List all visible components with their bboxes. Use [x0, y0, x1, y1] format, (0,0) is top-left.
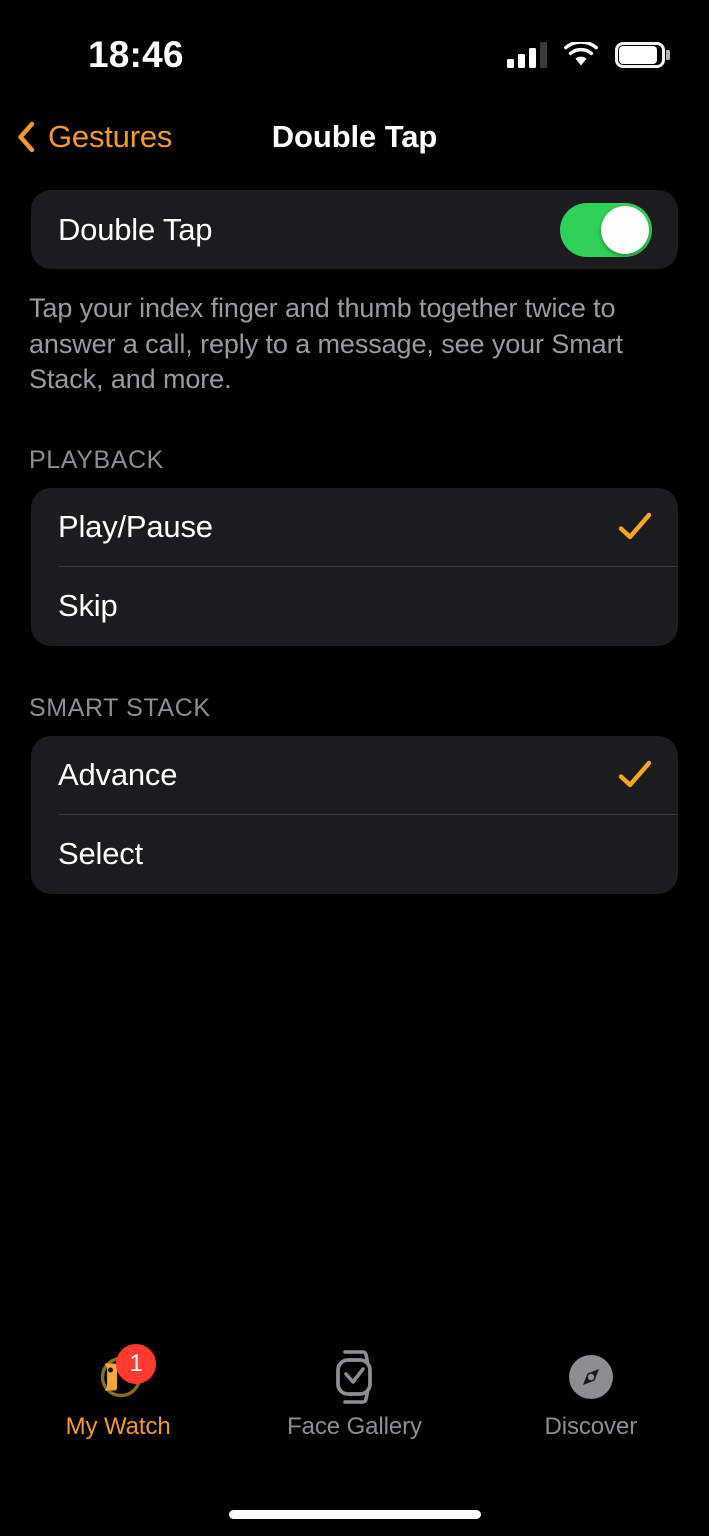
wifi-icon	[564, 40, 598, 68]
checkmark-icon	[618, 758, 652, 792]
option-row-select[interactable]: Select	[31, 815, 678, 894]
option-label: Advance	[58, 757, 178, 793]
option-label: Skip	[58, 588, 118, 624]
settings-content: Double Tap Tap your index finger and thu…	[0, 190, 709, 894]
smart-stack-options-card: Advance Select	[31, 735, 678, 894]
section-header-playback: PLAYBACK	[29, 445, 164, 474]
switch-knob	[601, 205, 649, 254]
option-row-skip[interactable]: Skip	[31, 567, 678, 646]
phone-screen: 18:46 Double Tap Gestures Double Tap Tap…	[0, 0, 709, 1536]
battery-full-icon	[615, 42, 670, 68]
option-row-play-pause[interactable]: Play/Pause	[31, 488, 678, 567]
tab-face-gallery[interactable]: Face Gallery	[236, 1348, 472, 1441]
compass-icon	[561, 1348, 621, 1406]
cellular-signal-icon	[507, 42, 547, 68]
my-watch-badge: 1	[116, 1344, 157, 1384]
tab-discover[interactable]: Discover	[473, 1348, 709, 1441]
watch-face-check-icon	[324, 1348, 384, 1406]
double-tap-toggle-card: Double Tap	[31, 190, 678, 269]
checkmark-icon	[618, 510, 652, 544]
status-bar-indicators	[507, 36, 670, 68]
navigation-bar: Double Tap Gestures	[0, 108, 709, 166]
tab-label: Discover	[544, 1413, 638, 1440]
double-tap-switch[interactable]	[560, 202, 652, 257]
back-button[interactable]: Gestures	[16, 108, 172, 166]
playback-options-card: Play/Pause Skip	[31, 487, 678, 646]
option-label: Select	[58, 836, 143, 872]
option-label: Play/Pause	[58, 509, 213, 545]
tab-label: My Watch	[65, 1413, 171, 1440]
chevron-left-icon	[16, 121, 36, 153]
tab-label: Face Gallery	[287, 1413, 422, 1440]
tab-bar: 1 My Watch Face Gallery Discover	[0, 1344, 709, 1458]
double-tap-description: Tap your index finger and thumb together…	[29, 293, 623, 395]
back-button-label: Gestures	[48, 119, 173, 154]
section-header-smart-stack: SMART STACK	[29, 693, 211, 722]
double-tap-toggle-row[interactable]: Double Tap	[31, 190, 678, 269]
double-tap-toggle-label: Double Tap	[58, 211, 213, 247]
watch-side-icon: 1	[88, 1344, 157, 1406]
option-row-advance[interactable]: Advance	[31, 736, 678, 815]
home-indicator[interactable]	[228, 1510, 481, 1519]
tab-my-watch[interactable]: 1 My Watch	[0, 1344, 236, 1441]
status-bar-time: 18:46	[88, 34, 184, 75]
status-bar: 18:46	[0, 0, 709, 100]
